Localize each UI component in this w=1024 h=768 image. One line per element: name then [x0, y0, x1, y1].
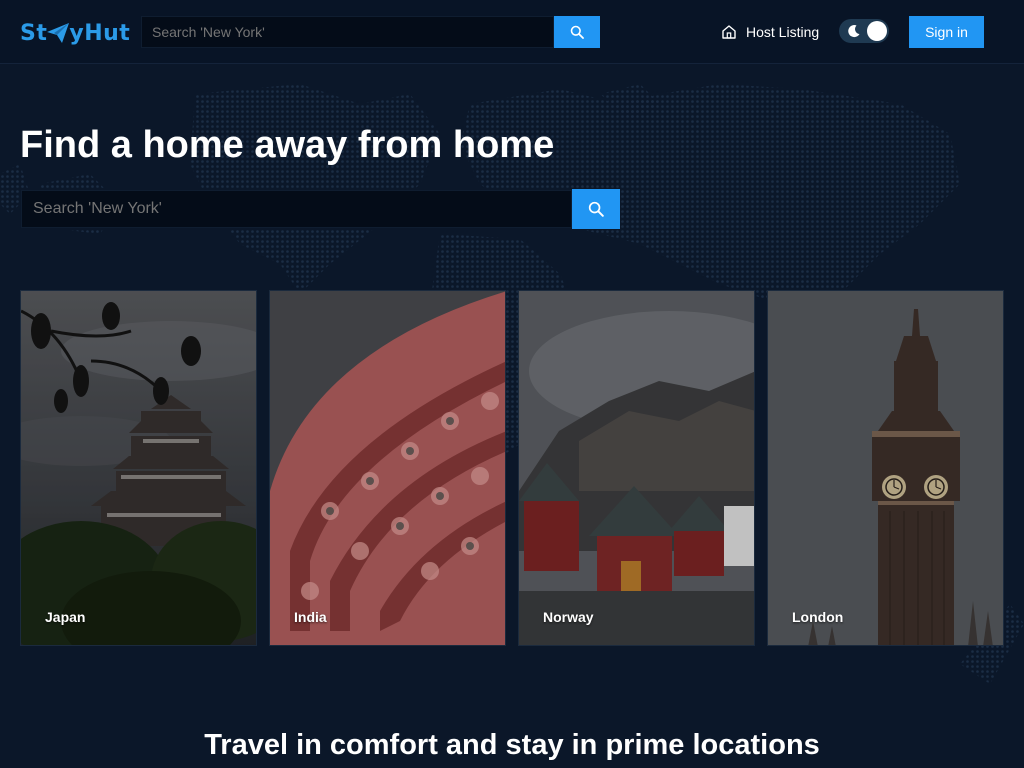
norway-cabins-image — [519, 291, 754, 645]
sign-in-button[interactable]: Sign in — [909, 16, 984, 48]
page: St yHut Host Listing — [0, 0, 1024, 768]
header-search-input[interactable] — [141, 16, 554, 48]
hero-search-input[interactable] — [21, 190, 572, 228]
card-label-london: London — [792, 609, 844, 625]
search-icon — [570, 25, 584, 39]
top-navbar: St yHut Host Listing — [0, 0, 1024, 64]
header-search-button[interactable] — [554, 16, 600, 48]
host-listing-link[interactable]: Host Listing — [720, 21, 819, 43]
destination-card-japan[interactable]: Japan — [20, 290, 257, 646]
host-listing-label: Host Listing — [746, 24, 820, 40]
logo-text-part-2: yHut — [69, 20, 131, 46]
destination-card-india[interactable]: India — [269, 290, 506, 646]
stayhut-logo[interactable]: St yHut — [20, 18, 130, 48]
logo-text-part-1: St — [20, 20, 48, 46]
moon-icon — [848, 25, 860, 38]
hero-search-button[interactable] — [572, 189, 620, 229]
hero-title: Find a home away from home — [20, 124, 555, 166]
destination-card-london[interactable]: London — [767, 290, 1004, 646]
card-label-norway: Norway — [543, 609, 594, 625]
home-icon — [720, 23, 738, 41]
search-icon — [588, 201, 604, 217]
card-label-india: India — [294, 609, 327, 625]
india-palace-image — [270, 291, 505, 645]
japan-castle-image — [21, 291, 256, 645]
london-big-ben-image — [768, 291, 1003, 645]
dark-mode-toggle[interactable] — [839, 19, 889, 43]
section-title: Travel in comfort and stay in prime loca… — [204, 729, 820, 761]
toggle-knob — [867, 21, 887, 41]
destination-card-norway[interactable]: Norway — [518, 290, 755, 646]
card-label-japan: Japan — [45, 609, 86, 625]
paper-plane-icon — [47, 23, 70, 43]
